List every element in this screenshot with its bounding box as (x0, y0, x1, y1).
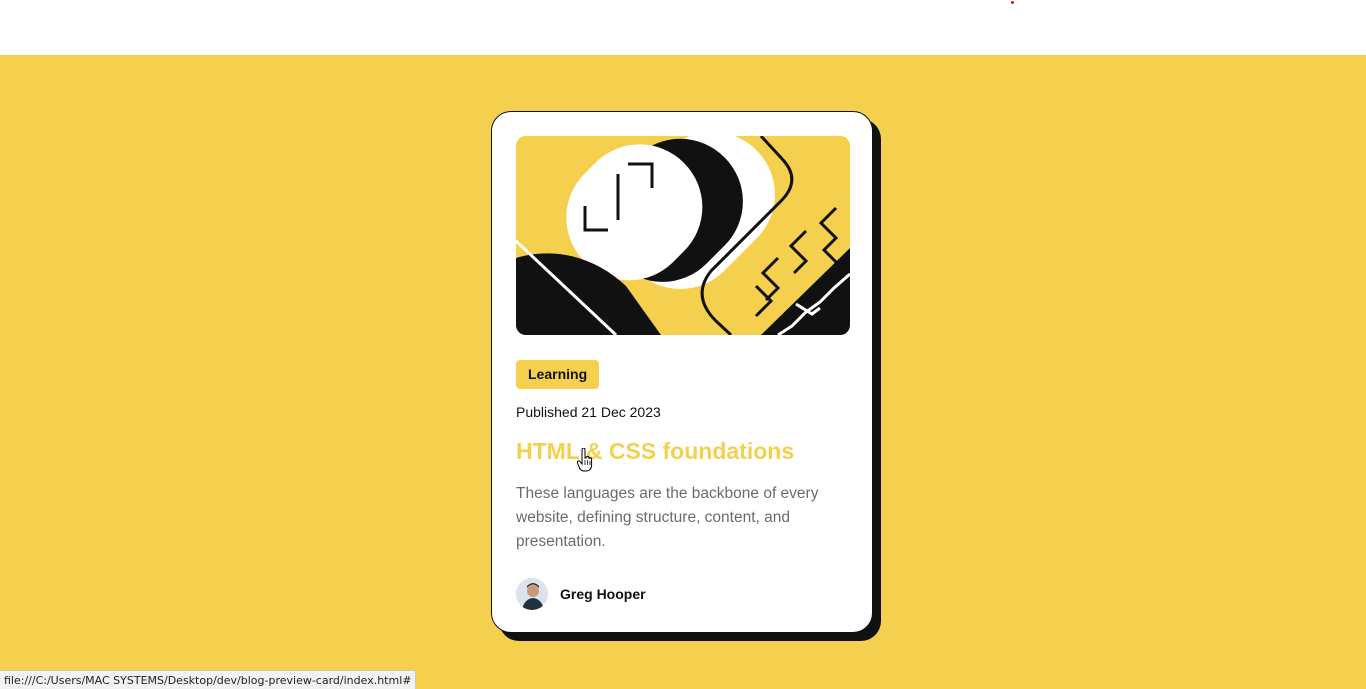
category-badge: Learning (516, 360, 600, 389)
top-bar (0, 0, 1366, 55)
author: Greg Hooper (516, 578, 646, 610)
avatar-image (516, 578, 548, 610)
hero-illustration (516, 136, 850, 335)
status-bar-url: file:///C:/Users/MAC SYSTEMS/Desktop/dev… (0, 670, 417, 689)
article-description: These languages are the backbone of ever… (516, 485, 819, 550)
author-name[interactable]: Greg Hooper (560, 586, 646, 602)
blog-preview-card: Learning Published 21 Dec 2023 HTML & CS… (491, 111, 873, 633)
article-title-link[interactable]: HTML & CSS foundations (516, 436, 794, 466)
published-date: Published 21 Dec 2023 (516, 404, 661, 420)
top-dot (1011, 1, 1014, 4)
